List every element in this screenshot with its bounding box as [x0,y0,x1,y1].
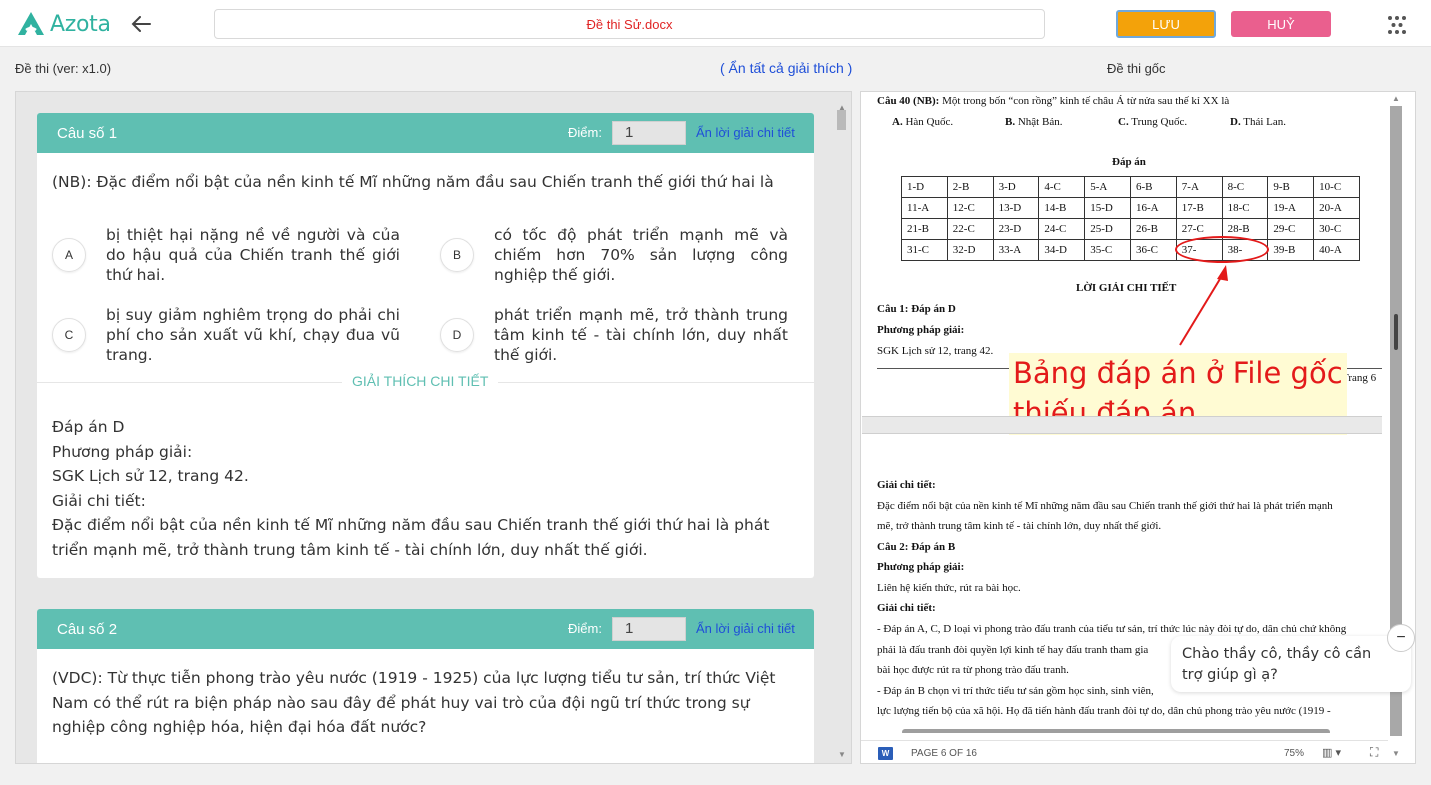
filename-field[interactable]: Đề thi Sử.docx [214,9,1045,39]
option-b-text: có tốc độ phát triển mạnh mẽ và chiếm hơ… [494,226,788,284]
chat-message: Chào thầy cô, thầy cô cần trợ giúp gì ạ? [1182,646,1372,683]
question-title: Câu số 1 [57,124,118,142]
question-line: nghiệp công nghiệp hóa, hiện đại hóa đất… [52,718,427,736]
doc-line: bài học được rút ra từ phong trào đấu tr… [877,664,1069,676]
back-button[interactable] [128,11,154,37]
doc-line: Đặc điểm nổi bật của nền kinh tế Mĩ nhữn… [877,500,1333,512]
doc-line: - Đáp án B chọn vì trí thức tiểu tư sản … [877,685,1154,697]
score-label: Điểm: [568,125,602,140]
back-arrow-icon [131,16,151,32]
top-bar: Azota Đề thi Sử.docx LƯU HUỶ [0,0,1431,47]
word-icon: W [878,747,893,760]
doc-line: Phương pháp giải: [877,561,965,573]
annotation-arrow [1179,265,1228,346]
question-line: (VDC): Từ thực tiễn phong trào yêu nước … [52,669,776,687]
toggle-solution-link[interactable]: Ẩn lời giải chi tiết [696,125,795,140]
option-a[interactable]: A bị thiệt hại nặng nề về người và của d… [52,225,400,285]
logo-text: Azota [50,11,111,37]
explanation-line: SGK Lịch sử 12, trang 42. [52,467,249,485]
option-d[interactable]: D phát triển mạnh mẽ, trở thành trung tâ… [440,305,788,365]
question-header: Câu số 1 Điểm: 1 Ẩn lời giải chi tiết [37,113,814,153]
grid-menu-icon[interactable] [1386,14,1408,36]
doc-line: Câu 2: Đáp án B [877,541,956,553]
doc-line: phải là đấu tranh đòi quyền lợi kinh tế … [877,644,1149,656]
option-c-badge[interactable]: C [52,318,86,352]
zoom-level[interactable]: 75% [1284,748,1304,759]
doc-line: Giải chi tiết: [877,479,936,491]
chat-bubble[interactable]: Chào thầy cô, thầy cô cần trợ giúp gì ạ? [1171,636,1411,692]
version-label: Đề thi (ver: x1.0) [15,61,112,76]
editor-scrollbar[interactable]: ▲ ▼ [835,103,849,763]
question-title: Câu số 2 [57,620,118,638]
option-d-badge[interactable]: D [440,318,474,352]
question-text: (VDC): Từ thực tiễn phong trào yêu nước … [52,666,776,740]
option-c[interactable]: C bị suy giảm nghiêm trọng do phải chi p… [52,305,400,365]
scroll-down-icon[interactable]: ▼ [1392,749,1400,758]
explanation-line: Đặc điểm nổi bật của nền kinh tế Mĩ nhữn… [52,516,770,534]
cancel-button[interactable]: HUỶ [1231,11,1331,37]
page-indicator: PAGE 6 OF 16 [911,748,977,759]
doc-line: lực lượng tiến bộ của xã hội. Họ đã tiến… [877,705,1331,717]
scroll-down-icon[interactable]: ▼ [838,750,846,759]
doc-line: Giải chi tiết: [877,602,936,614]
doc-line: mẽ, trở thành trung tâm kinh tế - tài ch… [877,520,1162,532]
question-text: (NB): Đặc điểm nổi bật của nền kinh tế M… [52,173,774,191]
option-b[interactable]: B có tốc độ phát triển mạnh mẽ và chiếm … [440,225,788,285]
page-separator [862,416,1382,434]
score-input[interactable]: 1 [612,617,686,641]
question-header: Câu số 2 Điểm: 1 Ẩn lời giải chi tiết [37,609,814,649]
doc-line: - Đáp án A, C, D loại vì phong trào đấu … [877,623,1347,635]
option-b-badge[interactable]: B [440,238,474,272]
chat-close-icon[interactable]: − [1387,624,1415,652]
score-input[interactable]: 1 [612,121,686,145]
option-d-text: phát triển mạnh mẽ, trở thành trung tâm … [494,306,788,364]
question-line: Nam có thể rút ra biện pháp nào sau đây … [52,693,750,712]
original-exam-label: Đề thi gốc [1107,61,1166,76]
explanation-line: Phương pháp giải: [52,442,193,461]
score-label: Điểm: [568,621,602,636]
scroll-thumb[interactable] [1394,314,1398,350]
azota-logo[interactable]: Azota [17,10,111,38]
document-status-bar: W PAGE 6 OF 16 75% ▥ ▾ ⛶ [861,740,1388,763]
azota-logo-icon [18,12,44,35]
explanation-line: triển mạnh mẽ, trở thành trung tâm kinh … [52,540,648,559]
toggle-solution-link[interactable]: Ẩn lời giải chi tiết [696,621,795,636]
save-button[interactable]: LƯU [1116,10,1216,38]
explanation-heading: GIẢI THÍCH CHI TIẾT [342,373,499,389]
scroll-thumb[interactable] [837,110,846,130]
option-a-badge[interactable]: A [52,238,86,272]
explanation-line: Đáp án D [52,418,125,436]
toggle-explanations-link[interactable]: ( Ẩn tất cả giải thích ) [720,60,852,76]
doc-line: Liên hệ kiến thức, rút ra bài học. [877,582,1021,594]
view-mode-icon[interactable]: ▥ ▾ [1322,746,1341,759]
question-card: Câu số 2 Điểm: 1 Ẩn lời giải chi tiết (V… [37,609,814,763]
scroll-up-icon[interactable]: ▲ [1392,94,1400,103]
fit-page-icon[interactable]: ⛶ [1370,745,1378,760]
explanation-line: Giải chi tiết: [52,491,146,510]
option-c-text: bị suy giảm nghiêm trọng do phải chi phí… [106,306,400,364]
question-editor-panel: Câu số 1 Điểm: 1 Ẩn lời giải chi tiết (N… [15,91,852,764]
document-horizontal-scrollbar[interactable] [902,729,1330,733]
explanation-body: Đáp án D Phương pháp giải: SGK Lịch sử 1… [52,415,769,562]
option-a-text: bị thiệt hại nặng nề về người và của do … [106,226,400,284]
question-card: Câu số 1 Điểm: 1 Ẩn lời giải chi tiết (N… [37,113,814,578]
